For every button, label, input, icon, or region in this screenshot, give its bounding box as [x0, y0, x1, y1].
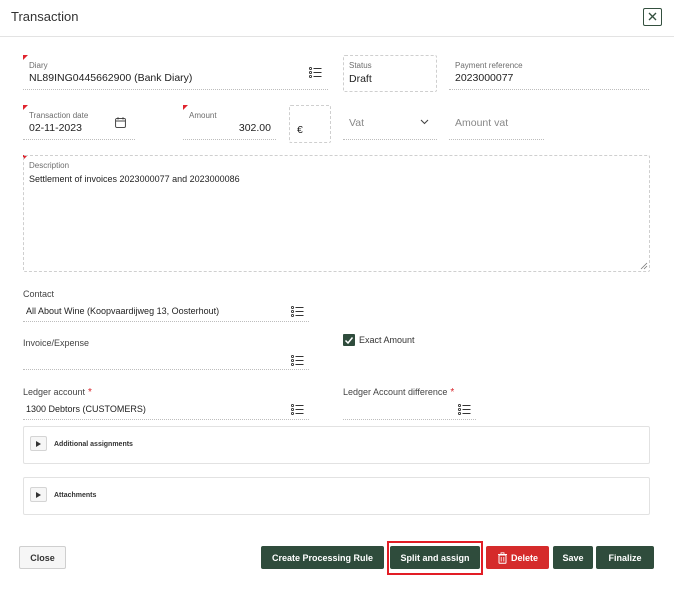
finalize-button[interactable]: Finalize — [596, 546, 654, 569]
dialog-header — [0, 0, 674, 37]
description-value: Settlement of invoices 2023000077 and 20… — [29, 174, 240, 184]
description-label: Description — [29, 161, 70, 170]
ledger-difference-field[interactable] — [343, 400, 476, 420]
list-icon[interactable] — [291, 404, 304, 415]
required-star: * — [88, 387, 92, 398]
additional-assignments-label: Additional assignments — [54, 441, 133, 448]
invoice-expense-label: Invoice/Expense — [23, 338, 90, 348]
resize-handle-icon[interactable] — [640, 262, 648, 270]
exact-amount-checkbox[interactable] — [343, 334, 355, 346]
expand-attachments-button[interactable] — [30, 487, 47, 502]
close-dialog-button[interactable] — [643, 8, 662, 26]
delete-label: Delete — [510, 552, 538, 563]
dialog-title: Transaction — [11, 9, 79, 24]
ledger-account-label: Ledger account * — [23, 387, 92, 398]
contact-value: All About Wine (Koopvaardijweg 13, Ooste… — [26, 306, 220, 316]
amount-label: Amount — [189, 111, 217, 120]
ledger-account-value: 1300 Debtors (CUSTOMERS) — [26, 404, 146, 414]
exact-amount-label: Exact Amount — [359, 335, 415, 345]
amount-vat-placeholder: Amount vat — [455, 117, 509, 129]
vat-placeholder: Vat — [349, 117, 364, 129]
caret-right-icon — [36, 440, 41, 447]
calendar-icon[interactable] — [115, 117, 126, 128]
split-and-assign-button[interactable]: Split and assign — [390, 546, 480, 569]
expand-additional-button[interactable] — [30, 436, 47, 451]
close-icon — [648, 12, 657, 21]
close-button[interactable]: Close — [19, 546, 66, 569]
ledger-account-label-text: Ledger account — [23, 387, 86, 397]
trash-icon — [497, 551, 507, 564]
required-star: * — [450, 387, 455, 398]
ledger-difference-label-text: Ledger Account difference — [343, 387, 448, 397]
list-icon[interactable] — [291, 306, 304, 317]
list-icon[interactable] — [458, 404, 471, 415]
diary-label: Diary — [29, 61, 48, 70]
check-icon — [344, 336, 354, 344]
list-icon[interactable] — [291, 355, 304, 366]
transaction-date-label: Transaction date — [29, 111, 89, 120]
transaction-date-value: 02-11-2023 — [29, 122, 82, 134]
caret-right-icon — [36, 491, 41, 498]
attachments-label: Attachments — [54, 492, 97, 499]
invoice-expense-field[interactable] — [23, 350, 309, 370]
currency-symbol: € — [297, 124, 303, 136]
payment-reference-label: Payment reference — [455, 61, 523, 70]
create-processing-rule-button[interactable]: Create Processing Rule — [261, 546, 384, 569]
status-label: Status — [349, 61, 372, 70]
status-value: Draft — [349, 73, 372, 85]
payment-reference-value: 2023000077 — [455, 72, 514, 84]
list-icon[interactable] — [309, 67, 322, 78]
delete-button[interactable]: Delete — [486, 546, 549, 569]
attachments-panel — [23, 477, 650, 515]
description-textarea[interactable] — [23, 155, 650, 272]
contact-label: Contact — [23, 289, 55, 299]
chevron-down-icon — [420, 119, 429, 125]
currency-field — [289, 105, 331, 143]
amount-value: 302.00 — [238, 122, 271, 134]
save-button[interactable]: Save — [553, 546, 593, 569]
diary-value: NL89ING0445662900 (Bank Diary) — [29, 72, 193, 84]
ledger-difference-label: Ledger Account difference * — [343, 387, 454, 398]
